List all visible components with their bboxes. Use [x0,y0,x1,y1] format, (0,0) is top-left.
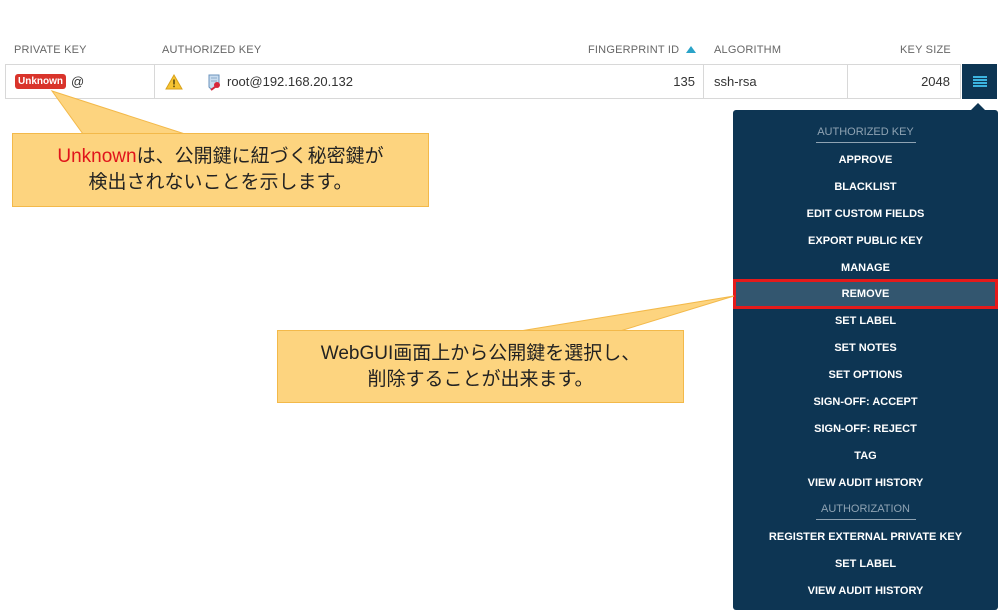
row-actions-button[interactable] [962,64,997,99]
public-key-icon [208,74,220,91]
column-header-key-size[interactable]: KEY SIZE [900,44,951,56]
callout-2-pointer [519,295,735,332]
menu-item-tag[interactable]: TAG [733,443,998,470]
unknown-status-badge: Unknown [15,74,66,89]
warning-icon [165,73,183,89]
column-header-algorithm[interactable]: ALGORITHM [714,44,781,56]
annotation-callout-remove: WebGUI画面上から公開鍵を選択し、 削除することが出来ます。 [277,330,684,403]
callout-text: は、公開鍵に紐づく秘密鍵が [136,146,384,167]
menu-item-approve[interactable]: APPROVE [733,147,998,174]
menu-item-set-notes[interactable]: SET NOTES [733,335,998,362]
fingerprint-id-cell: 135 [554,65,704,98]
fingerprint-id-label: FINGERPRINT ID [588,44,680,56]
column-header-private-key[interactable]: PRIVATE KEY [14,44,87,56]
actions-dropdown-menu: AUTHORIZED KEY APPROVE BLACKLIST EDIT CU… [733,103,998,610]
hamburger-menu-icon [972,75,987,88]
section-title: AUTHORIZATION [820,503,910,515]
section-divider [815,519,916,520]
menu-item-set-options[interactable]: SET OPTIONS [733,362,998,389]
section-divider [815,142,916,143]
authorized-key-cell: root@192.168.20.132 [155,65,554,98]
table-row[interactable]: Unknown @ root@192.168.20.132 135 ssh-rs… [5,64,961,99]
callout-2-line-1: WebGUI画面上から公開鍵を選択し、 [320,343,641,364]
menu-item-export-public-key[interactable]: EXPORT PUBLIC KEY [733,228,998,255]
menu-item-authorization-set-label[interactable]: SET LABEL [733,551,998,578]
key-size-cell: 2048 [921,74,950,89]
section-header-authorization: AUTHORIZATION [733,503,998,520]
menu-item-view-audit-history[interactable]: VIEW AUDIT HISTORY [733,470,998,497]
private-key-cell: Unknown @ [6,65,155,98]
callout-2-line-2: 削除することが出来ます。 [367,369,594,390]
menu-item-manage[interactable]: MANAGE [733,255,998,282]
callout-1-line-1: Unknownは、公開鍵に紐づく秘密鍵が [13,144,428,170]
callout-1-line-2: 検出されないことを示します。 [88,172,353,193]
menu-item-authorization-view-audit-history[interactable]: VIEW AUDIT HISTORY [733,578,998,605]
authorized-key-link[interactable]: root@192.168.20.132 [227,74,353,89]
algorithm-cell: ssh-rsa [704,65,848,98]
column-header-authorized-key[interactable]: AUTHORIZED KEY [162,44,261,56]
menu-item-edit-custom-fields[interactable]: EDIT CUSTOM FIELDS [733,201,998,228]
sort-ascending-icon [686,46,697,53]
callout-highlight-text: Unknown [57,146,137,167]
column-header-fingerprint-id[interactable]: FINGERPRINT ID [588,44,697,56]
annotation-callout-unknown: Unknownは、公開鍵に紐づく秘密鍵が 検出されないことを示します。 [12,133,429,207]
menu-item-register-external-private-key[interactable]: REGISTER EXTERNAL PRIVATE KEY [733,524,998,551]
section-header-authorized-key: AUTHORIZED KEY [733,126,998,143]
menu-item-remove[interactable]: REMOVE [733,279,998,309]
menu-item-sign-off-reject[interactable]: SIGN-OFF: REJECT [733,416,998,443]
section-title: AUTHORIZED KEY [817,126,914,138]
private-key-text: @ [71,74,85,89]
menu-item-set-label[interactable]: SET LABEL [733,308,998,335]
menu-item-sign-off-accept[interactable]: SIGN-OFF: ACCEPT [733,389,998,416]
menu-item-blacklist[interactable]: BLACKLIST [733,174,998,201]
